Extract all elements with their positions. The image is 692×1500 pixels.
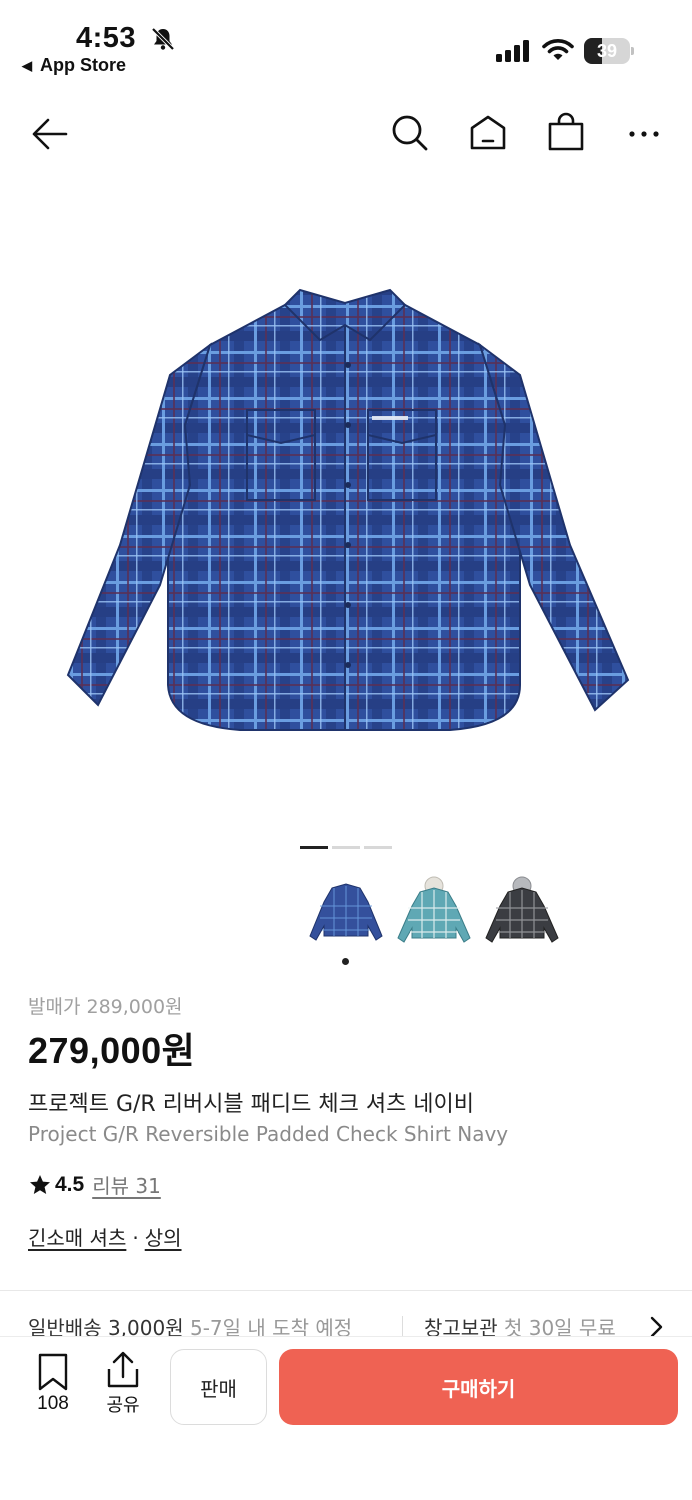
current-price: 279,000원 (28, 1030, 196, 1071)
general-shipping-eta: 5-7일 내 도착 예정 (189, 1316, 353, 1338)
shopping-bag-icon (548, 112, 584, 151)
status-time: 4:53 (76, 22, 137, 54)
warehouse-label: 창고보관 (424, 1316, 498, 1338)
rating-row: 4.5 리뷰 31 (28, 1170, 161, 1199)
save-count: 108 (37, 1393, 69, 1414)
share-button[interactable]: 공유 (100, 1351, 146, 1417)
release-price: 발매가 289,000원 (28, 996, 183, 1018)
warehouse-detail: 첫 30일 무료 (503, 1316, 616, 1338)
bookmark-icon (38, 1353, 68, 1391)
wifi-icon (542, 39, 574, 60)
chevron-right-icon (650, 1316, 663, 1338)
product-main-image[interactable] (50, 285, 640, 755)
page-indicator-active (300, 846, 328, 849)
back-button[interactable] (28, 112, 72, 156)
save-button[interactable]: 108 (30, 1353, 76, 1415)
home-icon (470, 115, 506, 150)
page-indicator (332, 846, 360, 849)
bell-slash-icon (151, 27, 175, 51)
share-label: 공유 (106, 1395, 140, 1416)
shipping-row[interactable]: 일반배송 3,000원 5-7일 내 도착 예정 창고보관 첫 30일 무료 (0, 1310, 692, 1338)
category-link-tops[interactable]: 상의 (145, 1226, 182, 1250)
shipping-separator (402, 1316, 403, 1338)
general-shipping-label: 일반배송 3,000원 (28, 1316, 184, 1338)
status-bar: 4:53 ◀ App Store 39 (0, 0, 692, 88)
section-divider (0, 1290, 692, 1291)
buy-button[interactable]: 구매하기 (279, 1349, 678, 1425)
home-button[interactable] (466, 110, 510, 154)
back-app-label: App Store (40, 55, 127, 75)
thumbnail-black[interactable] (482, 876, 562, 956)
review-link[interactable]: 리뷰 31 (92, 1170, 161, 1199)
category-separator: · (132, 1226, 139, 1250)
cellular-signal-icon (496, 40, 529, 62)
back-to-app-store[interactable]: ◀ App Store (22, 55, 126, 76)
warehouse-storage: 창고보관 첫 30일 무료 (424, 1312, 616, 1338)
battery-indicator: 39 (584, 38, 634, 64)
sell-button[interactable]: 판매 (170, 1349, 267, 1425)
product-name-korean: 프로젝트 G/R 리버시블 패디드 체크 셔츠 네이비 (28, 1092, 475, 1117)
general-shipping: 일반배송 3,000원 5-7일 내 도착 예정 (28, 1312, 352, 1338)
arrow-left-icon (32, 118, 68, 150)
category-link-long-sleeve-shirts[interactable]: 긴소매 셔츠 (28, 1226, 126, 1250)
battery-percent: 39 (596, 41, 618, 61)
product-name-english: Project G/R Reversible Padded Check Shir… (28, 1122, 509, 1146)
more-button[interactable] (622, 110, 666, 154)
bottom-action-bar: 108 공유 판매 구매하기 (0, 1336, 692, 1500)
share-icon (107, 1351, 139, 1388)
more-horizontal-icon (629, 131, 659, 137)
search-icon (392, 115, 428, 151)
rating-score: 4.5 (55, 1172, 85, 1196)
back-triangle-icon: ◀ (22, 58, 32, 73)
thumbnail-selected-dot (342, 958, 349, 965)
search-button[interactable] (388, 110, 432, 154)
shopping-bag-button[interactable] (544, 110, 588, 154)
star-icon (30, 1174, 50, 1194)
thumbnail-teal[interactable] (394, 876, 474, 956)
category-breadcrumb: 긴소매 셔츠 · 상의 (28, 1222, 182, 1251)
thumbnail-navy[interactable] (306, 876, 386, 956)
page-indicator (364, 846, 392, 849)
